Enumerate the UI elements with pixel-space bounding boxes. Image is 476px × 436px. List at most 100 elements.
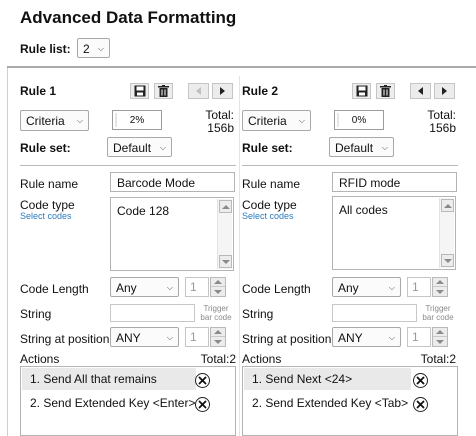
rule-2-string-input[interactable] xyxy=(332,304,417,322)
stepper-down[interactable] xyxy=(211,337,225,346)
rule-2-position-label: String at position xyxy=(242,332,332,346)
arrow-up-icon xyxy=(443,203,452,208)
remove-action-button[interactable] xyxy=(195,397,210,412)
save-icon xyxy=(356,85,367,97)
rule-2-title: Rule 2 xyxy=(242,84,279,98)
rule-1-ruleset-label: Rule set: xyxy=(20,141,71,155)
rule-2-save-button[interactable] xyxy=(352,83,371,99)
list-item[interactable]: 2. Send Extended Key <Tab> xyxy=(244,392,411,414)
arrow-down-icon xyxy=(436,289,444,294)
chevron-down-icon: ⌵ xyxy=(166,333,173,342)
rule-1-codelength-stepper[interactable] xyxy=(210,277,226,297)
chevron-down-icon: ⌵ xyxy=(76,116,83,125)
rule-1-actions-total: Total:2 xyxy=(200,352,236,366)
rule-2-name-label: Rule name xyxy=(242,177,301,191)
rule-2-codelength-number[interactable]: 1 xyxy=(407,277,431,297)
arrow-down-icon xyxy=(436,339,444,344)
rule-1-position-number[interactable]: 1 xyxy=(185,327,209,347)
arrow-down-icon xyxy=(221,259,230,264)
stepper-up[interactable] xyxy=(211,328,225,337)
rule-2-trigger-hint: Trigger bar code xyxy=(422,304,454,322)
rule-list-label: Rule list: xyxy=(20,42,71,56)
rule-1-prev-button[interactable] xyxy=(188,83,209,99)
rule-1-actions-list[interactable]: 1. Send All that remains 2. Send Extende… xyxy=(20,366,236,436)
list-item[interactable]: 1. Send Next <24> xyxy=(244,368,411,390)
chevron-down-icon: ⌵ xyxy=(166,283,173,292)
page-title: Advanced Data Formatting xyxy=(20,8,237,27)
scroll-down-button[interactable] xyxy=(441,254,454,267)
rule-1-position-stepper[interactable] xyxy=(210,327,226,347)
arrow-up-icon xyxy=(214,330,222,334)
close-icon xyxy=(416,376,425,385)
rule-1-ruleset-select[interactable]: Default ⌵ xyxy=(107,137,172,157)
close-icon xyxy=(198,400,207,409)
rule-1-total-label: Total: xyxy=(205,108,234,122)
rule-1-total-value: 156b xyxy=(207,121,234,135)
list-item[interactable]: 1. Send All that remains xyxy=(22,368,196,390)
rule-2-codelength-select[interactable]: Any ⌵ xyxy=(332,277,401,297)
rule-2-position-select[interactable]: ANY ⌵ xyxy=(332,327,401,347)
list-item[interactable]: 2. Send Extended Key <Enter> xyxy=(22,392,196,414)
rule-2-codelength-stepper[interactable] xyxy=(432,277,448,297)
rules-separator xyxy=(239,76,240,436)
arrow-up-icon xyxy=(214,280,222,284)
rule-2-prev-button[interactable] xyxy=(410,83,431,99)
stepper-down[interactable] xyxy=(433,337,447,346)
rule-1-select-codes-link[interactable]: Select codes xyxy=(20,211,72,221)
chevron-down-icon: ⌵ xyxy=(298,116,305,125)
chevron-down-icon: ⌵ xyxy=(381,143,388,152)
close-icon xyxy=(198,376,207,385)
rule-1-next-button[interactable] xyxy=(212,83,233,99)
left-border xyxy=(7,68,8,436)
rule-1-codetype-scrollbar[interactable] xyxy=(217,199,232,269)
rule-2-divider xyxy=(242,165,458,166)
arrow-down-icon xyxy=(443,258,452,263)
rule-1-delete-button[interactable] xyxy=(154,83,173,99)
arrow-up-icon xyxy=(436,280,444,284)
rule-2-codetype-list[interactable]: All codes xyxy=(332,196,456,270)
remove-action-button[interactable] xyxy=(195,373,210,388)
rule-1-codelength-select[interactable]: Any ⌵ xyxy=(110,277,179,297)
rule-2-name-input[interactable]: RFID mode xyxy=(332,172,457,192)
scroll-up-button[interactable] xyxy=(219,200,232,213)
rule-1-position-select[interactable]: ANY ⌵ xyxy=(110,327,179,347)
rule-1-name-input[interactable]: Barcode Mode xyxy=(110,172,235,192)
rule-1-save-button[interactable] xyxy=(130,83,149,99)
rule-1-string-input[interactable] xyxy=(110,304,195,322)
rule-1-codetype-label: Code type xyxy=(20,198,75,212)
rule-2-ruleset-select[interactable]: Default ⌵ xyxy=(329,137,394,157)
stepper-up[interactable] xyxy=(433,328,447,337)
rule-2-criteria-select[interactable]: Criteria ⌵ xyxy=(242,110,311,131)
list-item: All codes xyxy=(339,203,388,217)
rule-1-criteria-select[interactable]: Criteria ⌵ xyxy=(20,110,89,131)
scroll-up-button[interactable] xyxy=(441,199,454,212)
rule-list-select[interactable]: 2 ⌵ xyxy=(77,38,110,58)
list-item: Code 128 xyxy=(117,204,170,218)
rule-1-percent-meter: 2% xyxy=(112,110,162,130)
rule-1-codelength-number[interactable]: 1 xyxy=(185,277,209,297)
remove-action-button[interactable] xyxy=(413,397,428,412)
chevron-down-icon: ⌵ xyxy=(388,283,395,292)
stepper-up[interactable] xyxy=(211,278,225,287)
remove-action-button[interactable] xyxy=(413,373,428,388)
arrow-right-icon xyxy=(442,87,447,95)
rule-2-select-codes-link[interactable]: Select codes xyxy=(242,211,294,221)
rule-1-position-label: String at position xyxy=(20,332,110,346)
rule-2-delete-button[interactable] xyxy=(376,83,395,99)
rule-2-position-stepper[interactable] xyxy=(432,327,448,347)
stepper-down[interactable] xyxy=(211,287,225,296)
chevron-down-icon: ⌵ xyxy=(388,333,395,342)
stepper-up[interactable] xyxy=(433,278,447,287)
rule-2-actions-list[interactable]: 1. Send Next <24> 2. Send Extended Key <… xyxy=(242,366,458,436)
rule-1-codetype-list[interactable]: Code 128 xyxy=(110,197,234,271)
rule-2-position-number[interactable]: 1 xyxy=(407,327,431,347)
rule-1-string-label: String xyxy=(20,307,52,321)
rule-2-codetype-label: Code type xyxy=(242,198,297,212)
arrow-left-icon xyxy=(196,87,201,95)
stepper-down[interactable] xyxy=(433,287,447,296)
arrow-down-icon xyxy=(214,339,222,344)
rule-2-codetype-scrollbar[interactable] xyxy=(439,198,454,268)
scroll-down-button[interactable] xyxy=(219,255,232,268)
rule-1-divider xyxy=(20,165,236,166)
rule-2-next-button[interactable] xyxy=(434,83,455,99)
